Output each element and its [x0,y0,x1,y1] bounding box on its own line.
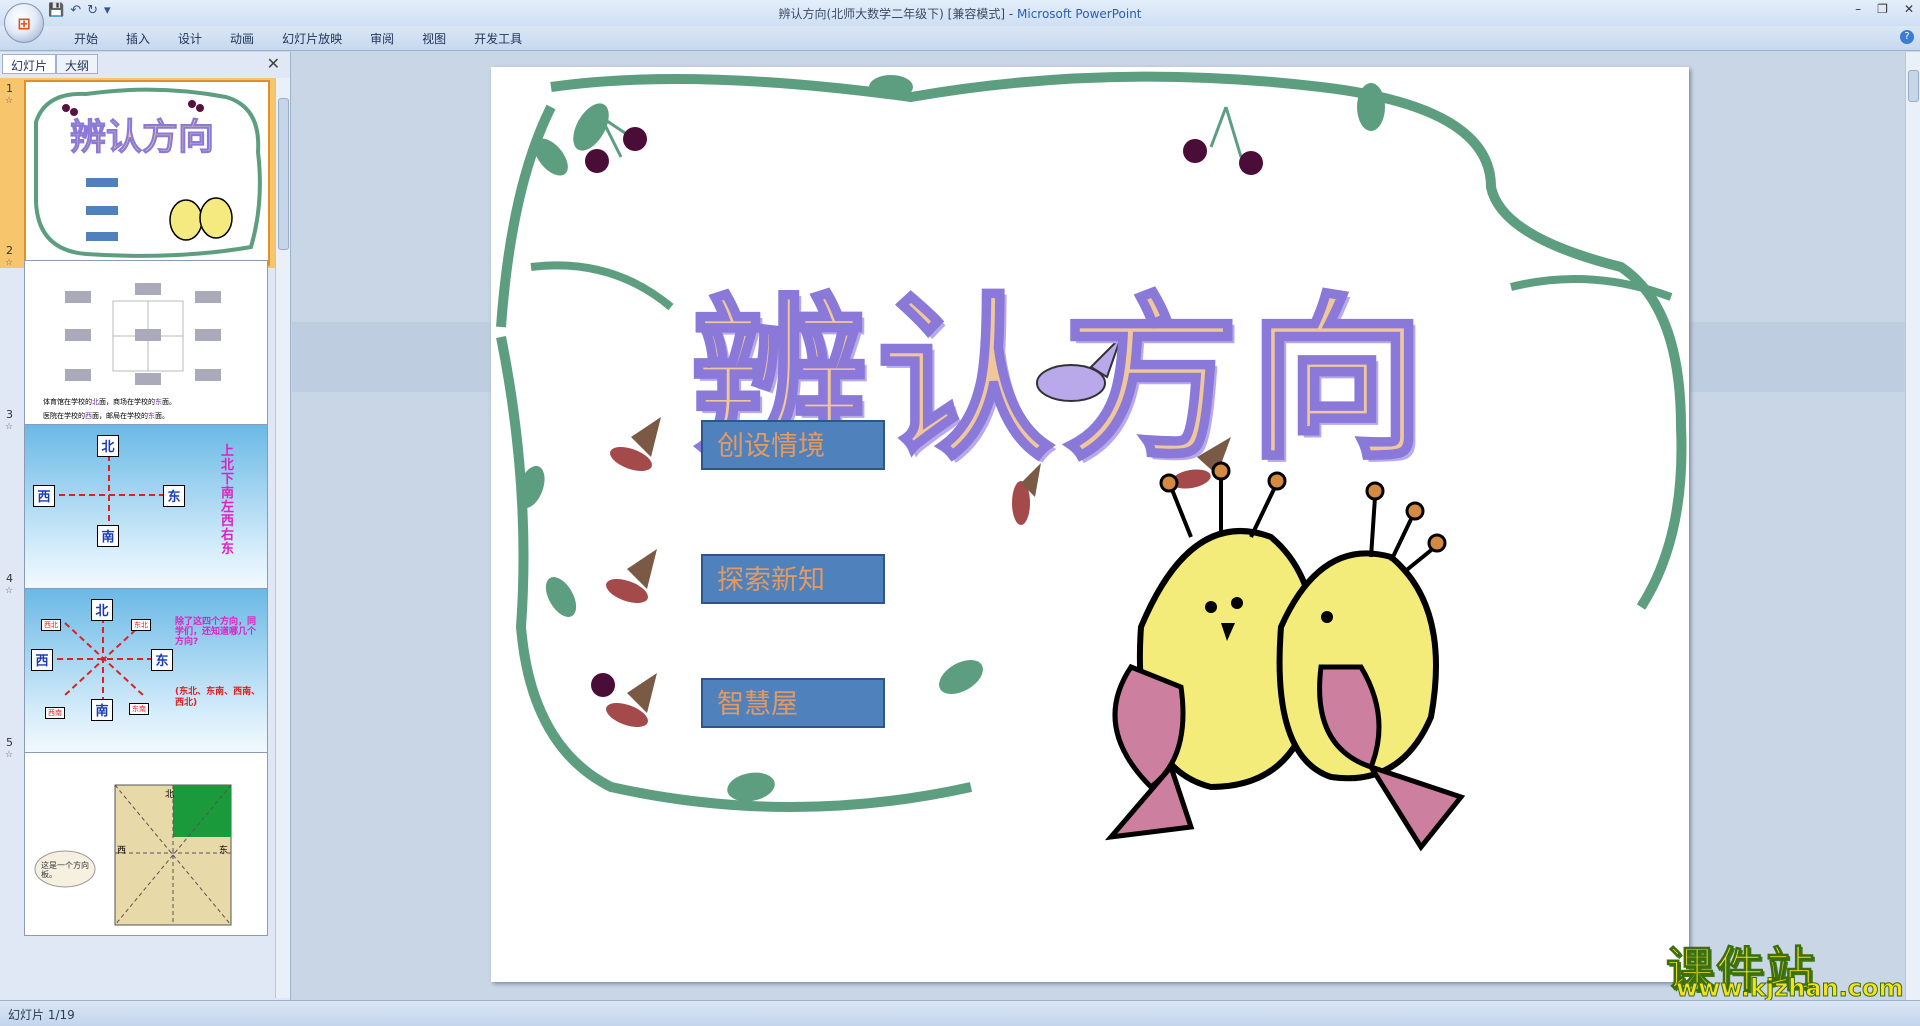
slide-counter: 幻灯片 1/19 [8,1008,75,1022]
thumbnail-slide-4[interactable]: 4 ☆ 北 南 西 东 西北 东北 西南 东南 除了这四个方向，同学们，还知道哪… [0,568,276,772]
animation-star-icon: ☆ [5,750,14,760]
panel-scrollbar[interactable] [275,78,290,998]
minimize-icon[interactable]: – [1855,2,1861,16]
restore-icon[interactable]: ❐ [1877,2,1888,16]
window-controls: – ❐ ✕ [1855,2,1914,16]
thumbnail-1-title: 辨认方向 [69,116,215,159]
ribbon-tab-bar: 开始 插入 设计 动画 幻灯片放映 审阅 视图 开发工具 ? [0,26,1920,51]
slide-decoration [496,71,1687,852]
tab-animation[interactable]: 动画 [216,30,268,47]
slides-panel: 幻灯片 大纲 ✕ 1 ☆ 辨认方向 2 ☆ 体育馆在学校的北面，商场在学校的东面… [0,52,291,1000]
status-bar: 幻灯片 1/19 [0,1000,1920,1026]
tab-insert[interactable]: 插入 [112,30,164,47]
thumbnail-preview: 北 西 东 这是一个方向板。 [24,752,268,936]
slide-canvas: 辨认方向 创设情境 探索新知 智慧屋 [292,52,1906,1000]
title-bar: 💾 ↶ ↻ ▾ 辨认方向(北师大数学二年级下) [兼容模式] - Microso… [0,0,1920,27]
help-icon[interactable]: ? [1900,30,1914,44]
thumbnail-preview: 辨认方向 [24,80,270,266]
office-button[interactable]: ⊞ [4,3,44,43]
window-title: 辨认方向(北师大数学二年级下) [兼容模式] - Microsoft Power… [778,7,1142,21]
thumbnail-5-board [34,784,232,926]
close-window-icon[interactable]: ✕ [1904,2,1914,16]
thumbnail-slide-2[interactable]: 2 ☆ 体育馆在学校的北面，商场在学校的东面。 医院在学校的西面，邮局在学校的东… [0,240,276,444]
menu-button-situation[interactable]: 创设情境 [701,420,885,470]
tab-slides[interactable]: 幻灯片 [2,54,57,74]
main-scrollbar[interactable] [1905,52,1920,1000]
current-slide[interactable]: 辨认方向 创设情境 探索新知 智慧屋 [491,67,1689,982]
tab-developer[interactable]: 开发工具 [460,30,536,47]
thumbnail-slide-3[interactable]: 3 ☆ 北 南 西 东 上北下南左西右东 [0,404,276,608]
office-logo-icon: ⊞ [17,13,31,33]
thumbnail-slide-5[interactable]: 5 ☆ 北 西 东 这是一个方向板。 [0,732,276,936]
tab-review[interactable]: 审阅 [356,30,408,47]
animation-star-icon: ☆ [5,258,14,268]
app-name: Microsoft PowerPoint [1017,7,1142,21]
animation-star-icon: ☆ [5,586,14,596]
tab-view[interactable]: 视图 [408,30,460,47]
animation-star-icon: ☆ [5,96,14,106]
menu-button-wisdom[interactable]: 智慧屋 [701,678,885,728]
menu-button-explore[interactable]: 探索新知 [701,554,885,604]
close-panel-icon[interactable]: ✕ [267,54,280,73]
tab-outline[interactable]: 大纲 [56,54,99,74]
tab-home[interactable]: 开始 [60,30,112,47]
thumbnail-list: 1 ☆ 辨认方向 2 ☆ 体育馆在学校的北面，商场在学校的东面。 医院在学校的西… [0,78,276,998]
document-title: 辨认方向(北师大数学二年级下) [兼容模式] [778,7,1006,21]
animation-star-icon: ☆ [5,422,14,432]
watermark-logo: 课件站 www.kjzhan.com [1666,942,1904,1003]
tab-design[interactable]: 设计 [164,30,216,47]
tab-slideshow[interactable]: 幻灯片放映 [268,30,356,47]
